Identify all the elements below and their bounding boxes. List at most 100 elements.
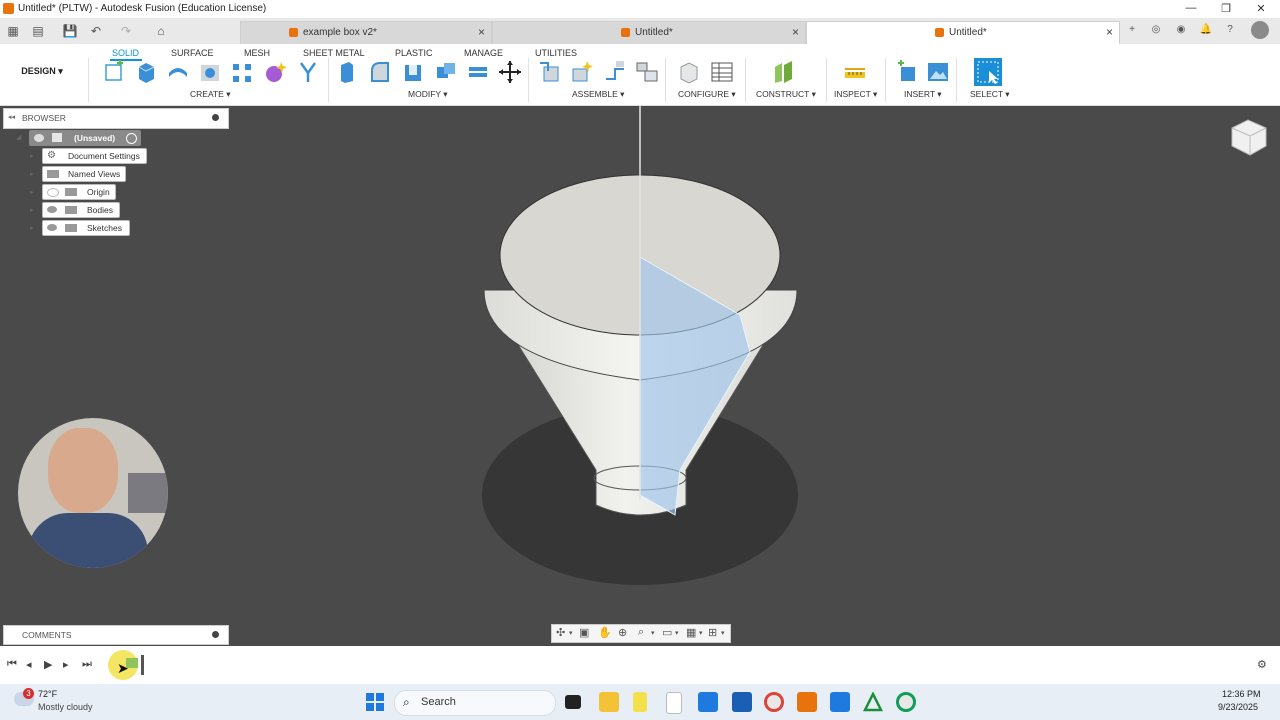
redo-icon[interactable]: ↷ bbox=[118, 23, 134, 39]
ribbon-tab-sheet-metal[interactable]: SHEET METAL bbox=[303, 48, 365, 58]
weather-description[interactable]: Mostly cloudy bbox=[38, 702, 93, 712]
app-grid-icon[interactable]: ▦ bbox=[5, 23, 21, 39]
ribbon-tab-manage[interactable]: MANAGE bbox=[464, 48, 503, 58]
file-explorer-icon[interactable] bbox=[599, 692, 619, 712]
chrome-profile-icon[interactable] bbox=[896, 692, 916, 712]
new-tab-icon[interactable]: + bbox=[1124, 22, 1140, 38]
look-at-icon[interactable]: ▣ bbox=[579, 626, 589, 639]
go-to-end-icon[interactable]: ⏭ bbox=[82, 658, 92, 671]
create-form-icon[interactable] bbox=[262, 59, 286, 85]
weather-temperature[interactable]: 72°F bbox=[38, 689, 57, 699]
help-icon[interactable]: ? bbox=[1222, 22, 1238, 38]
pattern-icon[interactable] bbox=[230, 59, 254, 85]
taskbar-search-box[interactable]: ⌕ Search bbox=[394, 690, 556, 716]
create-group-label[interactable]: CREATE ▾ bbox=[190, 89, 230, 100]
new-component-icon[interactable] bbox=[538, 59, 562, 85]
outlook-icon[interactable] bbox=[732, 692, 752, 712]
ribbon-tab-plastic[interactable]: PLASTIC bbox=[395, 48, 433, 58]
store-icon[interactable] bbox=[698, 692, 718, 712]
close-tab-icon[interactable]: × bbox=[792, 25, 799, 39]
ribbon-tab-solid[interactable]: SOLID bbox=[112, 48, 139, 58]
assemble-group-label[interactable]: ASSEMBLE ▾ bbox=[572, 89, 624, 100]
sticky-app-icon[interactable] bbox=[633, 692, 647, 712]
windows-start-icon[interactable] bbox=[366, 693, 384, 711]
job-status-icon[interactable]: ◉ bbox=[1173, 22, 1189, 38]
notifications-icon[interactable]: 🔔 bbox=[1198, 22, 1214, 38]
tab-untitled-1[interactable]: Untitled* × bbox=[492, 21, 806, 44]
inspect-group-label[interactable]: INSPECT ▾ bbox=[834, 89, 877, 100]
file-menu-icon[interactable]: ▤ bbox=[30, 23, 46, 39]
clock-date[interactable]: 9/23/2025 bbox=[1218, 702, 1258, 712]
joint-origin-icon[interactable] bbox=[635, 59, 659, 85]
grid-snaps-icon[interactable]: ▦ bbox=[686, 626, 696, 639]
joint-icon[interactable] bbox=[569, 59, 593, 85]
panel-pin-icon[interactable] bbox=[212, 631, 219, 638]
hole-icon[interactable] bbox=[198, 59, 222, 85]
configuration-table-icon[interactable] bbox=[710, 59, 734, 85]
ribbon-tab-utilities[interactable]: UTILITIES bbox=[535, 48, 577, 58]
configure-group-label[interactable]: CONFIGURE ▾ bbox=[678, 89, 736, 100]
canvas-viewport[interactable] bbox=[0, 105, 1280, 625]
offset-face-icon[interactable] bbox=[466, 59, 490, 85]
step-forward-icon[interactable]: ▸ bbox=[63, 658, 69, 671]
autodesk-icon[interactable] bbox=[862, 691, 884, 712]
measure-icon[interactable] bbox=[843, 59, 867, 85]
chevron-down-icon[interactable]: ▾ bbox=[569, 629, 573, 637]
chrome-icon[interactable] bbox=[764, 692, 784, 712]
fusion-taskbar-icon[interactable] bbox=[797, 692, 817, 712]
ribbon-tab-surface[interactable]: SURFACE bbox=[171, 48, 214, 58]
timeline-settings-gear-icon[interactable]: ⚙ bbox=[1257, 658, 1267, 671]
combine-icon[interactable] bbox=[434, 59, 458, 85]
home-icon[interactable]: ⌂ bbox=[153, 23, 169, 39]
select-group-label[interactable]: SELECT ▾ bbox=[970, 89, 1010, 100]
user-avatar[interactable] bbox=[1251, 21, 1269, 39]
chevron-down-icon[interactable]: ▾ bbox=[675, 629, 679, 637]
tab-untitled-active[interactable]: Untitled* × bbox=[806, 21, 1120, 44]
minimize-button[interactable]: — bbox=[1184, 2, 1198, 14]
clipchamp-icon[interactable] bbox=[830, 692, 850, 712]
insert-group-label[interactable]: INSERT ▾ bbox=[904, 89, 942, 100]
pan-icon[interactable]: ✋ bbox=[598, 626, 612, 639]
close-window-button[interactable]: ✕ bbox=[1254, 2, 1268, 15]
undo-icon[interactable]: ↶ bbox=[88, 23, 104, 39]
extensions-icon[interactable]: ◎ bbox=[1148, 22, 1164, 38]
configure-cube-icon[interactable] bbox=[677, 59, 701, 85]
comments-panel-header[interactable]: COMMENTS bbox=[3, 625, 229, 645]
move-copy-icon[interactable] bbox=[498, 59, 522, 85]
fillet-icon[interactable] bbox=[368, 59, 392, 85]
timeline-sketch-feature-icon[interactable] bbox=[126, 658, 138, 668]
create-sketch-icon[interactable] bbox=[103, 59, 127, 85]
modify-group-label[interactable]: MODIFY ▾ bbox=[408, 89, 448, 100]
step-back-icon[interactable]: ◂ bbox=[26, 658, 32, 671]
shell-icon[interactable] bbox=[401, 59, 425, 85]
as-built-joint-icon[interactable] bbox=[603, 59, 627, 85]
press-pull-icon[interactable] bbox=[335, 59, 359, 85]
go-to-start-icon[interactable]: ⏮ bbox=[7, 658, 17, 671]
tab-example-box[interactable]: example box v2* × bbox=[240, 21, 492, 44]
orbit-icon[interactable]: ✣ bbox=[556, 626, 565, 639]
canvas-image-icon[interactable] bbox=[926, 59, 950, 85]
play-icon[interactable]: ▶ bbox=[44, 658, 52, 671]
chevron-down-icon[interactable]: ▾ bbox=[721, 629, 725, 637]
workspace-switcher[interactable]: DESIGN ▾ bbox=[12, 58, 72, 84]
insert-derive-icon[interactable] bbox=[895, 59, 919, 85]
chevron-down-icon[interactable]: ▾ bbox=[699, 629, 703, 637]
restore-button[interactable]: ❐ bbox=[1219, 2, 1233, 15]
close-tab-icon[interactable]: × bbox=[1106, 25, 1113, 39]
task-view-icon[interactable] bbox=[565, 695, 581, 709]
offset-plane-icon[interactable] bbox=[772, 59, 796, 85]
viewports-icon[interactable]: ⊞ bbox=[708, 626, 717, 639]
save-icon[interactable]: 💾 bbox=[62, 23, 78, 39]
select-icon[interactable] bbox=[974, 58, 1002, 86]
chevron-down-icon[interactable]: ▾ bbox=[651, 629, 655, 637]
view-cube-icon[interactable] bbox=[1231, 119, 1267, 156]
fit-icon[interactable]: ⌕ bbox=[638, 626, 644, 639]
ribbon-tab-mesh[interactable]: MESH bbox=[244, 48, 270, 58]
construct-group-label[interactable]: CONSTRUCT ▾ bbox=[756, 89, 816, 100]
zoom-icon[interactable]: ⊕ bbox=[618, 626, 627, 639]
display-settings-icon[interactable]: ▭ bbox=[662, 626, 672, 639]
close-tab-icon[interactable]: × bbox=[478, 25, 485, 39]
extrude-icon[interactable] bbox=[134, 59, 158, 85]
notepad-icon[interactable] bbox=[666, 692, 682, 714]
timeline-marker[interactable] bbox=[141, 655, 144, 675]
